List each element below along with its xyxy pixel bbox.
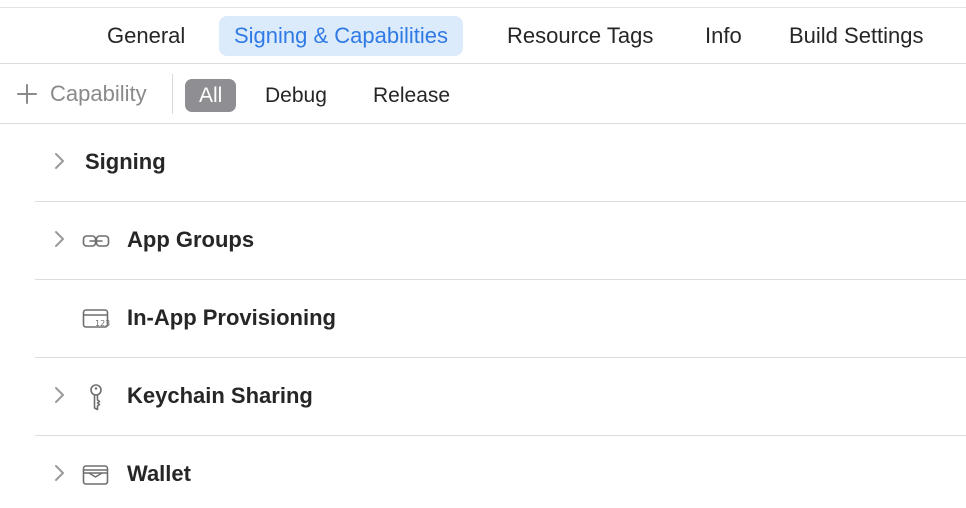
- tab-build-settings[interactable]: Build Settings: [789, 16, 924, 56]
- key-icon: [90, 384, 102, 411]
- capability-label: Wallet: [127, 461, 191, 486]
- editor-tab-bar: General Signing & Capabilities Resource …: [0, 8, 966, 64]
- capability-row-wallet[interactable]: Wallet: [35, 436, 966, 508]
- capability-label: Keychain Sharing: [127, 383, 313, 408]
- link-icon: [82, 235, 110, 247]
- chevron-right-icon[interactable]: [53, 464, 65, 482]
- capability-row-app-groups[interactable]: App Groups: [35, 202, 966, 280]
- capability-label: In-App Provisioning: [127, 305, 336, 330]
- capability-filter-bar: Capability All Debug Release: [0, 64, 966, 124]
- tab-general[interactable]: General: [107, 16, 185, 56]
- chevron-right-icon[interactable]: [53, 152, 65, 170]
- capability-row-keychain-sharing[interactable]: Keychain Sharing: [35, 358, 966, 436]
- signing-capabilities-editor: General Signing & Capabilities Resource …: [0, 0, 966, 508]
- filter-separator: [172, 74, 173, 114]
- tab-signing-capabilities[interactable]: Signing & Capabilities: [219, 16, 464, 56]
- tab-info[interactable]: Info: [705, 16, 742, 56]
- chevron-right-icon[interactable]: [53, 230, 65, 248]
- add-capability-label: Capability: [50, 81, 147, 106]
- svg-text:123: 123: [95, 319, 110, 328]
- filter-debug[interactable]: Debug: [265, 79, 327, 112]
- capability-row-in-app-provisioning[interactable]: 123 In-App Provisioning: [35, 280, 966, 358]
- add-capability-button[interactable]: Capability: [16, 78, 147, 110]
- wallet-icon: [82, 465, 109, 485]
- capability-row-signing[interactable]: Signing: [35, 124, 966, 202]
- filter-all[interactable]: All: [185, 79, 237, 112]
- plus-icon: [17, 84, 37, 104]
- capability-label: App Groups: [127, 227, 255, 252]
- card-123-icon: 123: [82, 309, 110, 328]
- capability-label: Signing: [85, 149, 166, 174]
- tab-resource-tags[interactable]: Resource Tags: [507, 16, 653, 56]
- chevron-right-icon[interactable]: [53, 386, 65, 404]
- filter-release[interactable]: Release: [373, 79, 450, 112]
